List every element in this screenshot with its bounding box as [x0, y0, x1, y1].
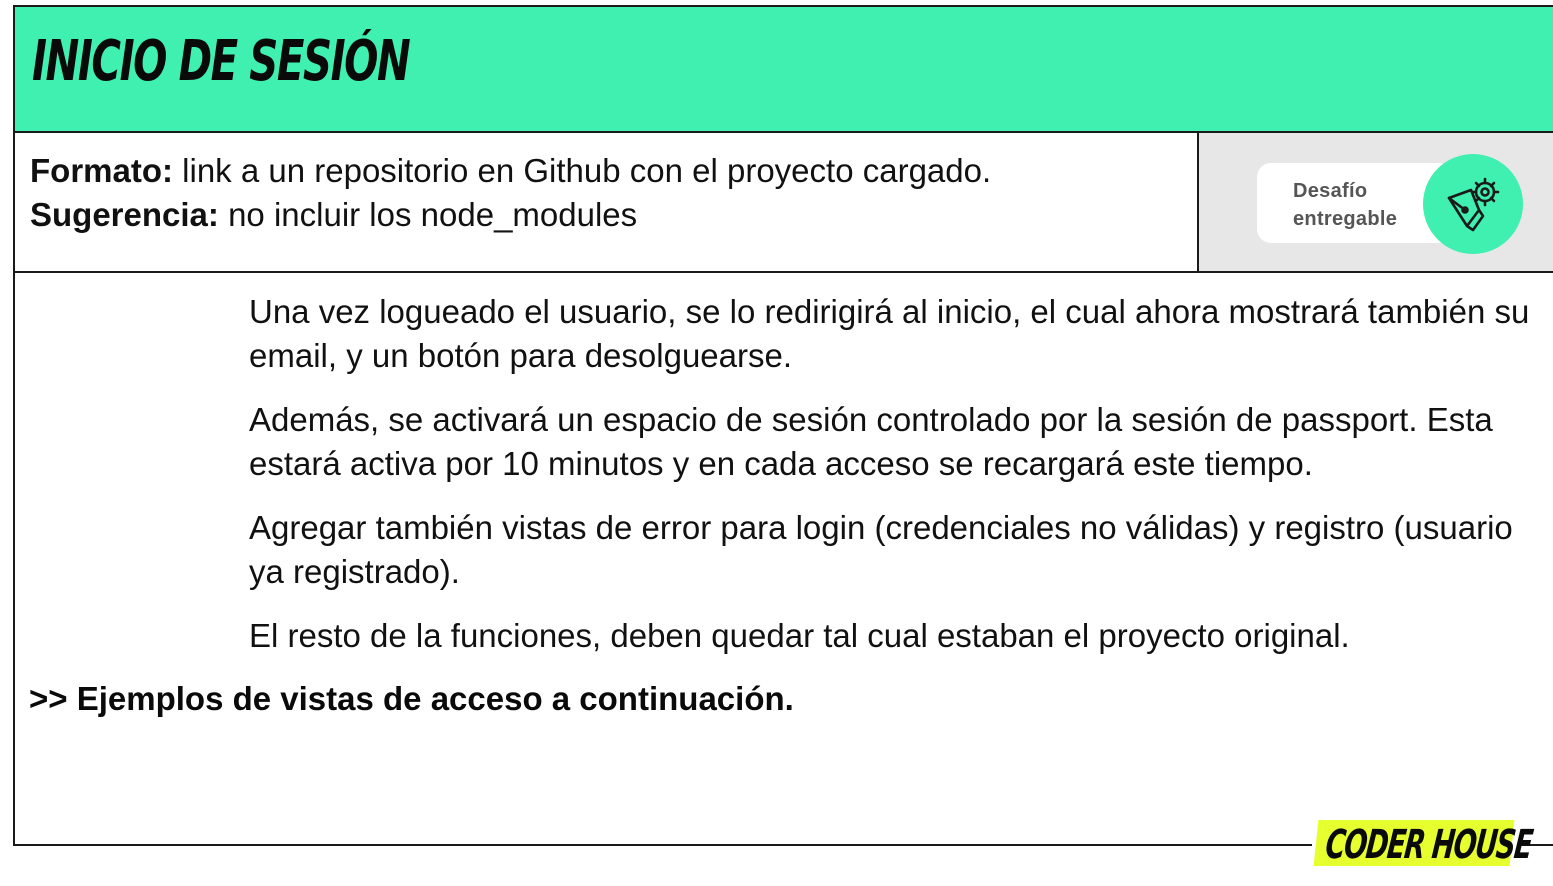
suggestion-text: no incluir los node_modules	[218, 196, 638, 233]
slide: INICIO DE SESIÓN Formato: link a un repo…	[0, 0, 1553, 886]
paragraph-2: Además, se activará un espacio de sesión…	[249, 401, 1493, 482]
paragraph-1: Una vez logueado el usuario, se lo redir…	[249, 293, 1530, 374]
suggestion-label: Sugerencia:	[30, 196, 219, 233]
format-label: Formato:	[30, 152, 173, 189]
badge-line-1: Desafío	[1293, 180, 1368, 202]
suggestion-line: Sugerencia: no incluir los node_modules	[30, 193, 991, 237]
badge-panel: Desafío entregable	[1197, 133, 1553, 271]
badge-label: Desafío entregable	[1293, 177, 1397, 233]
badge-icon-circle	[1423, 154, 1523, 254]
info-text: Formato: link a un repositorio en Github…	[30, 149, 991, 237]
conclusion-text: >> Ejemplos de vistas de acceso a contin…	[29, 680, 794, 717]
format-text: link a un repositorio en Github con el p…	[173, 152, 992, 189]
pen-gear-icon	[1447, 177, 1500, 232]
header-bar: INICIO DE SESIÓN	[15, 7, 1553, 133]
badge-line-2: entregable	[1293, 208, 1398, 230]
paragraph-3: Agregar también vistas de error para log…	[249, 509, 1513, 590]
coder-house-logo: CODER HOUSE	[1313, 820, 1534, 868]
info-row: Formato: link a un repositorio en Github…	[15, 133, 1553, 273]
format-line: Formato: link a un repositorio en Github…	[30, 149, 991, 193]
page-title: INICIO DE SESIÓN	[32, 29, 411, 94]
body-paragraphs: Una vez logueado el usuario, se lo redir…	[249, 290, 1539, 678]
logo-text: CODER HOUSE	[1323, 822, 1535, 868]
paragraph-4: El resto de la funciones, deben quedar t…	[249, 617, 1350, 654]
